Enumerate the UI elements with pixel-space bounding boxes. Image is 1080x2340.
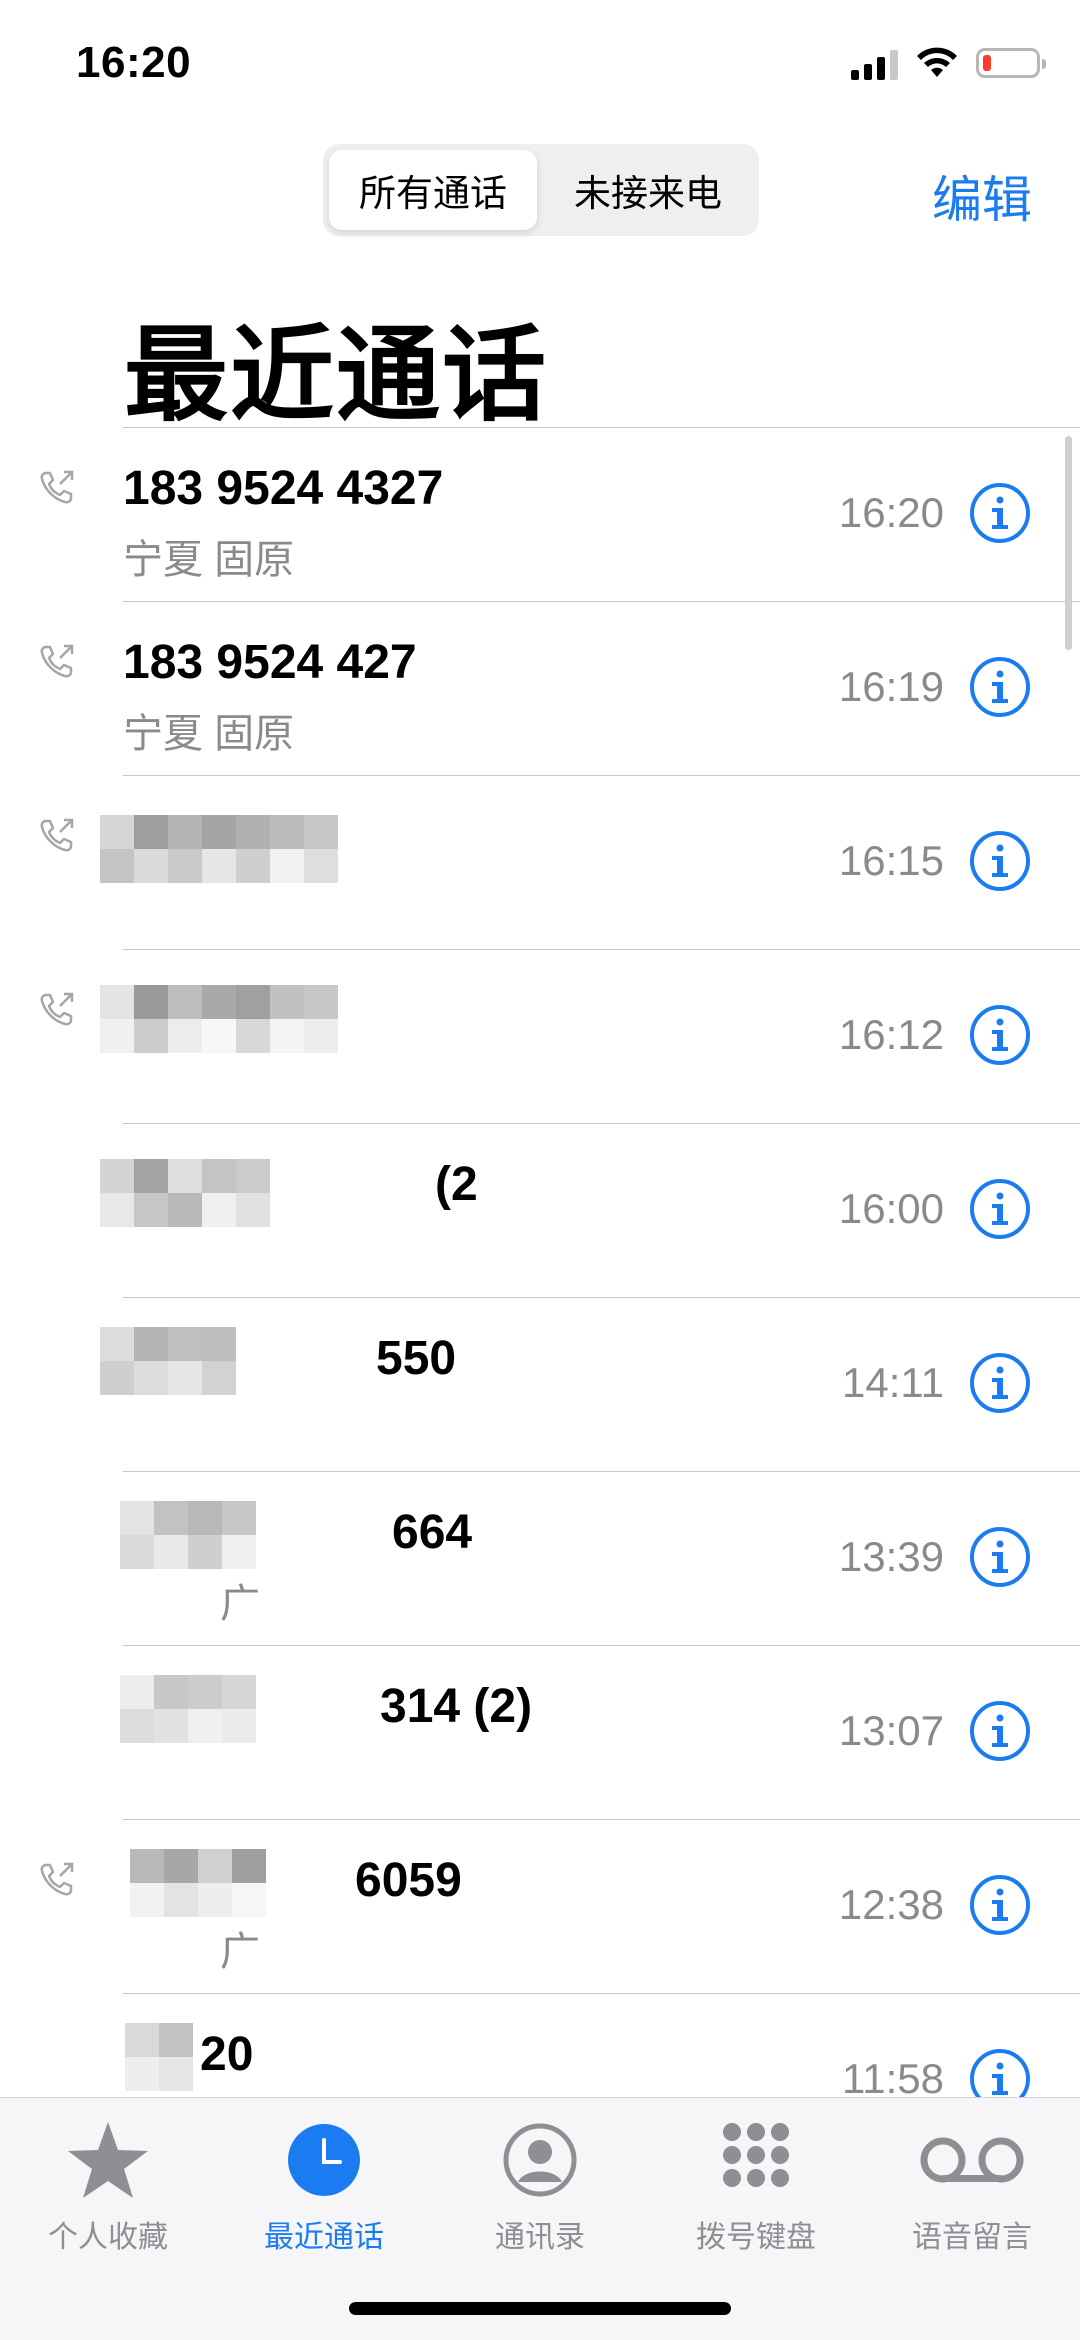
cellular-signal-icon: [851, 46, 898, 80]
tab-favorites[interactable]: 个人收藏: [0, 2118, 216, 2256]
call-time: 11:58: [842, 2055, 944, 2097]
info-icon[interactable]: [968, 2047, 1032, 2097]
status-icons: [851, 46, 1046, 80]
outgoing-call-icon: [40, 992, 74, 1026]
segment-missed-calls[interactable]: 未接来电: [543, 150, 753, 230]
info-icon[interactable]: [968, 655, 1032, 719]
call-row[interactable]: 314 (2) 13:07: [0, 1645, 1080, 1819]
call-time: 16:00: [838, 1185, 944, 1232]
info-icon[interactable]: [968, 1873, 1032, 1937]
call-time: 13:39: [838, 1533, 944, 1580]
call-row[interactable]: 183 9524 4327 宁夏 固原 16:20: [0, 427, 1080, 601]
call-row[interactable]: 183 9524 427 宁夏 固原 16:19: [0, 601, 1080, 775]
call-number: 664: [392, 1506, 473, 1559]
segment-all-calls[interactable]: 所有通话: [329, 150, 537, 230]
redaction-block: [120, 1501, 256, 1569]
info-icon[interactable]: [968, 1177, 1032, 1241]
call-number: 183 9524 4327: [123, 462, 444, 515]
contact-icon: [503, 2123, 577, 2197]
redaction-block: [100, 815, 338, 883]
info-icon[interactable]: [968, 1525, 1032, 1589]
star-icon: [68, 2122, 148, 2198]
battery-icon: [976, 48, 1046, 78]
redaction-block: [100, 1327, 236, 1395]
call-time: 12:38: [838, 1881, 944, 1928]
call-number: 314 (2): [380, 1680, 533, 1733]
edit-button[interactable]: 编辑: [932, 160, 1032, 232]
call-time: 16:19: [838, 663, 944, 710]
call-location: 宁夏 固原: [123, 538, 295, 582]
outgoing-call-icon: [40, 470, 74, 504]
outgoing-call-icon: [40, 818, 74, 852]
info-icon[interactable]: [968, 481, 1032, 545]
call-location: 广: [220, 1582, 260, 1626]
tab-label: 通讯录: [495, 2221, 585, 2254]
tab-label: 语音留言: [912, 2221, 1032, 2254]
redaction-block: [100, 1159, 270, 1227]
call-row[interactable]: (2 16:00: [0, 1123, 1080, 1297]
tab-label: 个人收藏: [48, 2221, 168, 2254]
call-row[interactable]: 6059 广 12:38: [0, 1819, 1080, 1993]
tab-bar: 个人收藏 最近通话 通讯录 拨号键盘 语音留言: [0, 2097, 1080, 2340]
status-bar: 16:20: [0, 0, 1080, 130]
call-location: 广: [220, 1930, 260, 1974]
call-location: 宁夏 固原: [123, 712, 295, 756]
status-time: 16:20: [76, 38, 192, 87]
tab-recents[interactable]: 最近通话: [216, 2118, 432, 2256]
call-filter-segmented-control[interactable]: 所有通话 未接来电: [323, 144, 759, 236]
call-number: (2: [435, 1158, 478, 1211]
info-icon[interactable]: [968, 829, 1032, 893]
redaction-block: [130, 1849, 266, 1917]
tab-voicemail[interactable]: 语音留言: [864, 2118, 1080, 2256]
recents-list[interactable]: 183 9524 4327 宁夏 固原 16:20 183 9524 427 宁…: [0, 427, 1080, 2097]
tab-keypad[interactable]: 拨号键盘: [648, 2118, 864, 2256]
call-row[interactable]: 20 11:58: [0, 1993, 1080, 2097]
call-time: 16:15: [838, 837, 944, 884]
info-icon[interactable]: [968, 1699, 1032, 1763]
tab-contacts[interactable]: 通讯录: [432, 2118, 648, 2256]
info-icon[interactable]: [968, 1003, 1032, 1067]
call-row[interactable]: 550 14:11: [0, 1297, 1080, 1471]
call-number: 6059: [355, 1854, 462, 1907]
voicemail-icon: [920, 2137, 1024, 2183]
tab-label: 最近通话: [264, 2221, 384, 2254]
call-number: 550: [376, 1332, 457, 1385]
call-time: 14:11: [842, 1359, 944, 1406]
keypad-icon: [723, 2123, 789, 2187]
call-number: 20: [200, 2028, 254, 2081]
scroll-indicator[interactable]: [1065, 436, 1072, 650]
outgoing-call-icon: [40, 1862, 74, 1896]
home-indicator[interactable]: [349, 2302, 731, 2315]
call-time: 13:07: [838, 1707, 944, 1754]
info-icon[interactable]: [968, 1351, 1032, 1415]
call-row[interactable]: 16:12: [0, 949, 1080, 1123]
redaction-block: [100, 985, 338, 1053]
call-time: 16:20: [838, 489, 944, 536]
clock-icon: [288, 2124, 360, 2196]
call-row[interactable]: 664 广 13:39: [0, 1471, 1080, 1645]
redaction-block: [125, 2023, 193, 2091]
tab-label: 拨号键盘: [696, 2221, 816, 2254]
wifi-icon: [917, 47, 957, 77]
outgoing-call-icon: [40, 644, 74, 678]
page-title: 最近通话: [124, 318, 549, 434]
call-row[interactable]: 16:15: [0, 775, 1080, 949]
call-number: 183 9524 427: [123, 636, 417, 689]
redaction-block: [120, 1675, 256, 1743]
call-time: 16:12: [838, 1011, 944, 1058]
